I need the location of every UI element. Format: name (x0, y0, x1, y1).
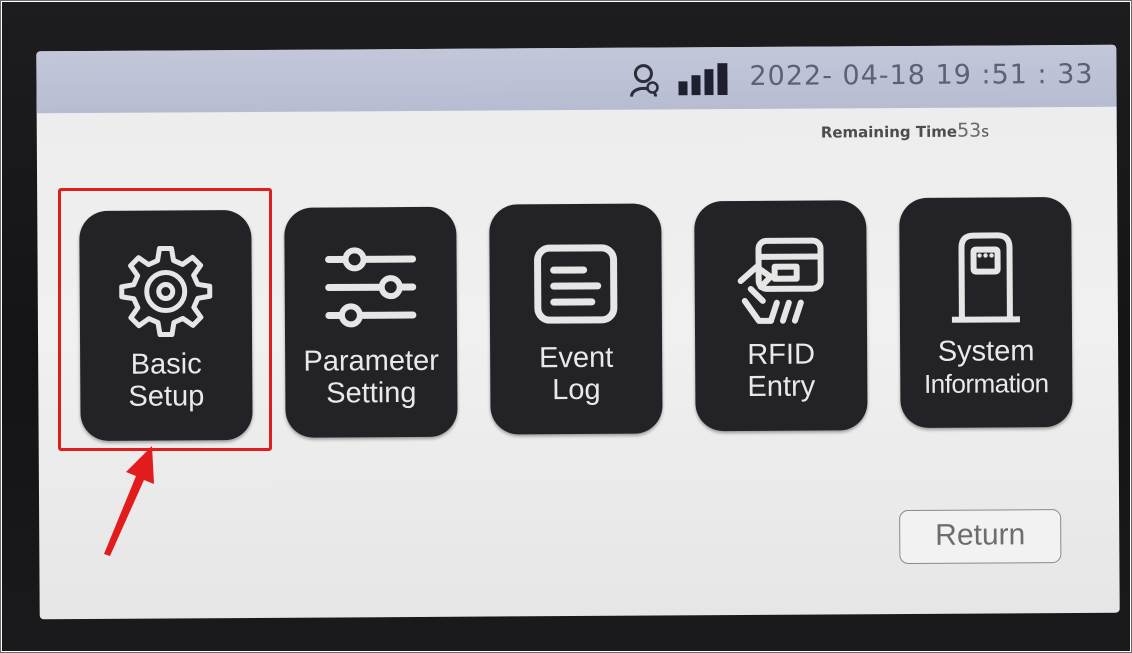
event-log-label: Event Log (490, 341, 662, 406)
charger-icon (951, 232, 1020, 323)
card-tap-icon (737, 237, 824, 324)
event-log-label-line1: Event (538, 341, 614, 375)
remaining-time: Remaining Time53s (821, 119, 989, 142)
rfid-entry-button[interactable]: RFID Entry (694, 200, 868, 432)
rfid-entry-label: RFID Entry (695, 338, 867, 403)
photo-frame: 2022- 04-18 19 :51 : 33 Remaining Time53… (0, 0, 1132, 653)
signal-icon (678, 63, 728, 96)
parameter-setting-button[interactable]: Parameter Setting (284, 206, 458, 438)
status-bar: 2022- 04-18 19 :51 : 33 (36, 44, 1117, 114)
parameter-setting-label-line2: Setting (326, 376, 417, 410)
event-log-label-line2: Log (552, 373, 601, 407)
device-bezel: 2022- 04-18 19 :51 : 33 Remaining Time53… (2, 2, 1130, 651)
user-icon (630, 64, 659, 98)
remaining-time-label: Remaining Time (820, 122, 958, 142)
sliders-icon (325, 247, 417, 328)
system-information-button[interactable]: System Information (899, 196, 1073, 429)
event-log-button[interactable]: Event Log (489, 203, 663, 435)
rfid-entry-label-line1: RFID (747, 338, 816, 371)
system-information-label-line1: System (937, 335, 1035, 368)
rfid-entry-label-line2: Entry (747, 370, 816, 403)
system-information-label: System Information (900, 335, 1072, 400)
document-icon (534, 244, 618, 324)
highlight-annotation-box (58, 188, 272, 451)
remaining-time-unit: s (981, 122, 990, 141)
parameter-setting-label: Parameter Setting (285, 345, 457, 410)
red-arrow-annotation-icon (104, 446, 154, 556)
return-button[interactable]: Return (899, 509, 1062, 565)
parameter-setting-label-line1: Parameter (303, 344, 439, 378)
system-information-label-line2: Information (923, 368, 1049, 399)
date-time: 2022- 04-18 19 :51 : 33 (749, 58, 1094, 92)
remaining-time-value: 53 (956, 119, 982, 142)
